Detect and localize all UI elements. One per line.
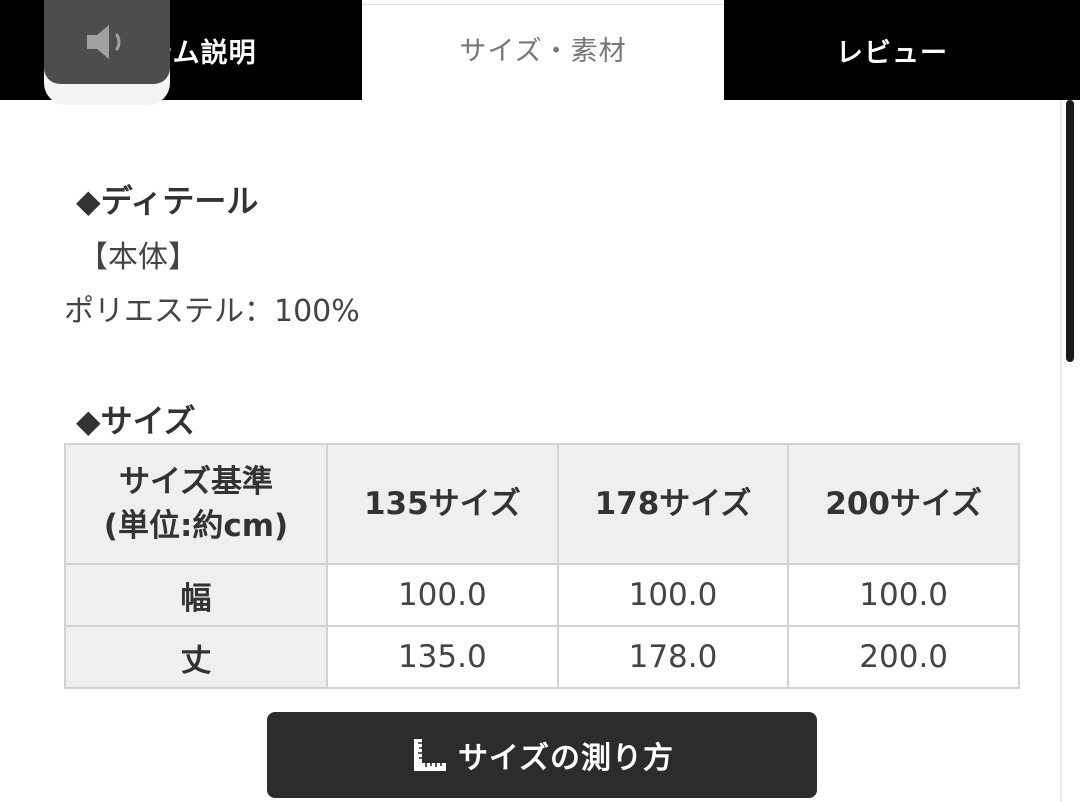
row-label-length: 丈 [64, 625, 328, 689]
size-table-corner-line2: (単位:約cm) [103, 508, 289, 544]
tab-review[interactable]: レビュー [724, 0, 1080, 100]
tab-review-label: レビュー [836, 37, 948, 69]
size-table-header-row: サイズ基準 (単位:約cm) 135サイズ 178サイズ 200サイズ [64, 443, 1020, 565]
size-table-column-header: 135サイズ [326, 443, 559, 565]
detail-heading: ◆ディテール [76, 182, 259, 220]
sound-overlay[interactable] [44, 0, 170, 105]
row-label-width: 幅 [64, 563, 328, 627]
tab-size-material[interactable]: サイズ・素材 [362, 4, 724, 100]
speaker-icon [87, 25, 121, 59]
size-table-corner: サイズ基準 (単位:約cm) [64, 443, 328, 565]
table-cell: 100.0 [326, 563, 559, 627]
table-cell: 178.0 [556, 625, 790, 689]
body-label: 【本体】 [78, 240, 198, 275]
size-heading: ◆サイズ [76, 402, 196, 440]
table-row: 幅 100.0 100.0 100.0 [64, 563, 1020, 627]
size-table-column-header: 200サイズ [787, 443, 1020, 565]
table-cell: 100.0 [556, 563, 790, 627]
sound-button[interactable] [44, 0, 170, 84]
table-row: 丈 135.0 178.0 200.0 [64, 625, 1020, 689]
size-table: サイズ基準 (単位:約cm) 135サイズ 178サイズ 200サイズ 幅 10… [64, 443, 1020, 689]
table-cell: 200.0 [787, 625, 1020, 689]
how-to-measure-label: サイズの測り方 [457, 741, 675, 776]
how-to-measure-button[interactable]: サイズの測り方 [267, 712, 817, 798]
table-cell: 135.0 [326, 625, 559, 689]
scroll-track [1060, 100, 1062, 802]
ruler-icon [413, 739, 446, 771]
size-table-corner-line1: サイズ基準 [118, 464, 274, 500]
material-text: ポリエステル：100% [64, 294, 360, 329]
scrollbar-thumb[interactable] [1066, 100, 1074, 362]
size-table-column-header: 178サイズ [556, 443, 790, 565]
table-cell: 100.0 [787, 563, 1020, 627]
tab-size-material-label: サイズ・素材 [459, 36, 627, 67]
